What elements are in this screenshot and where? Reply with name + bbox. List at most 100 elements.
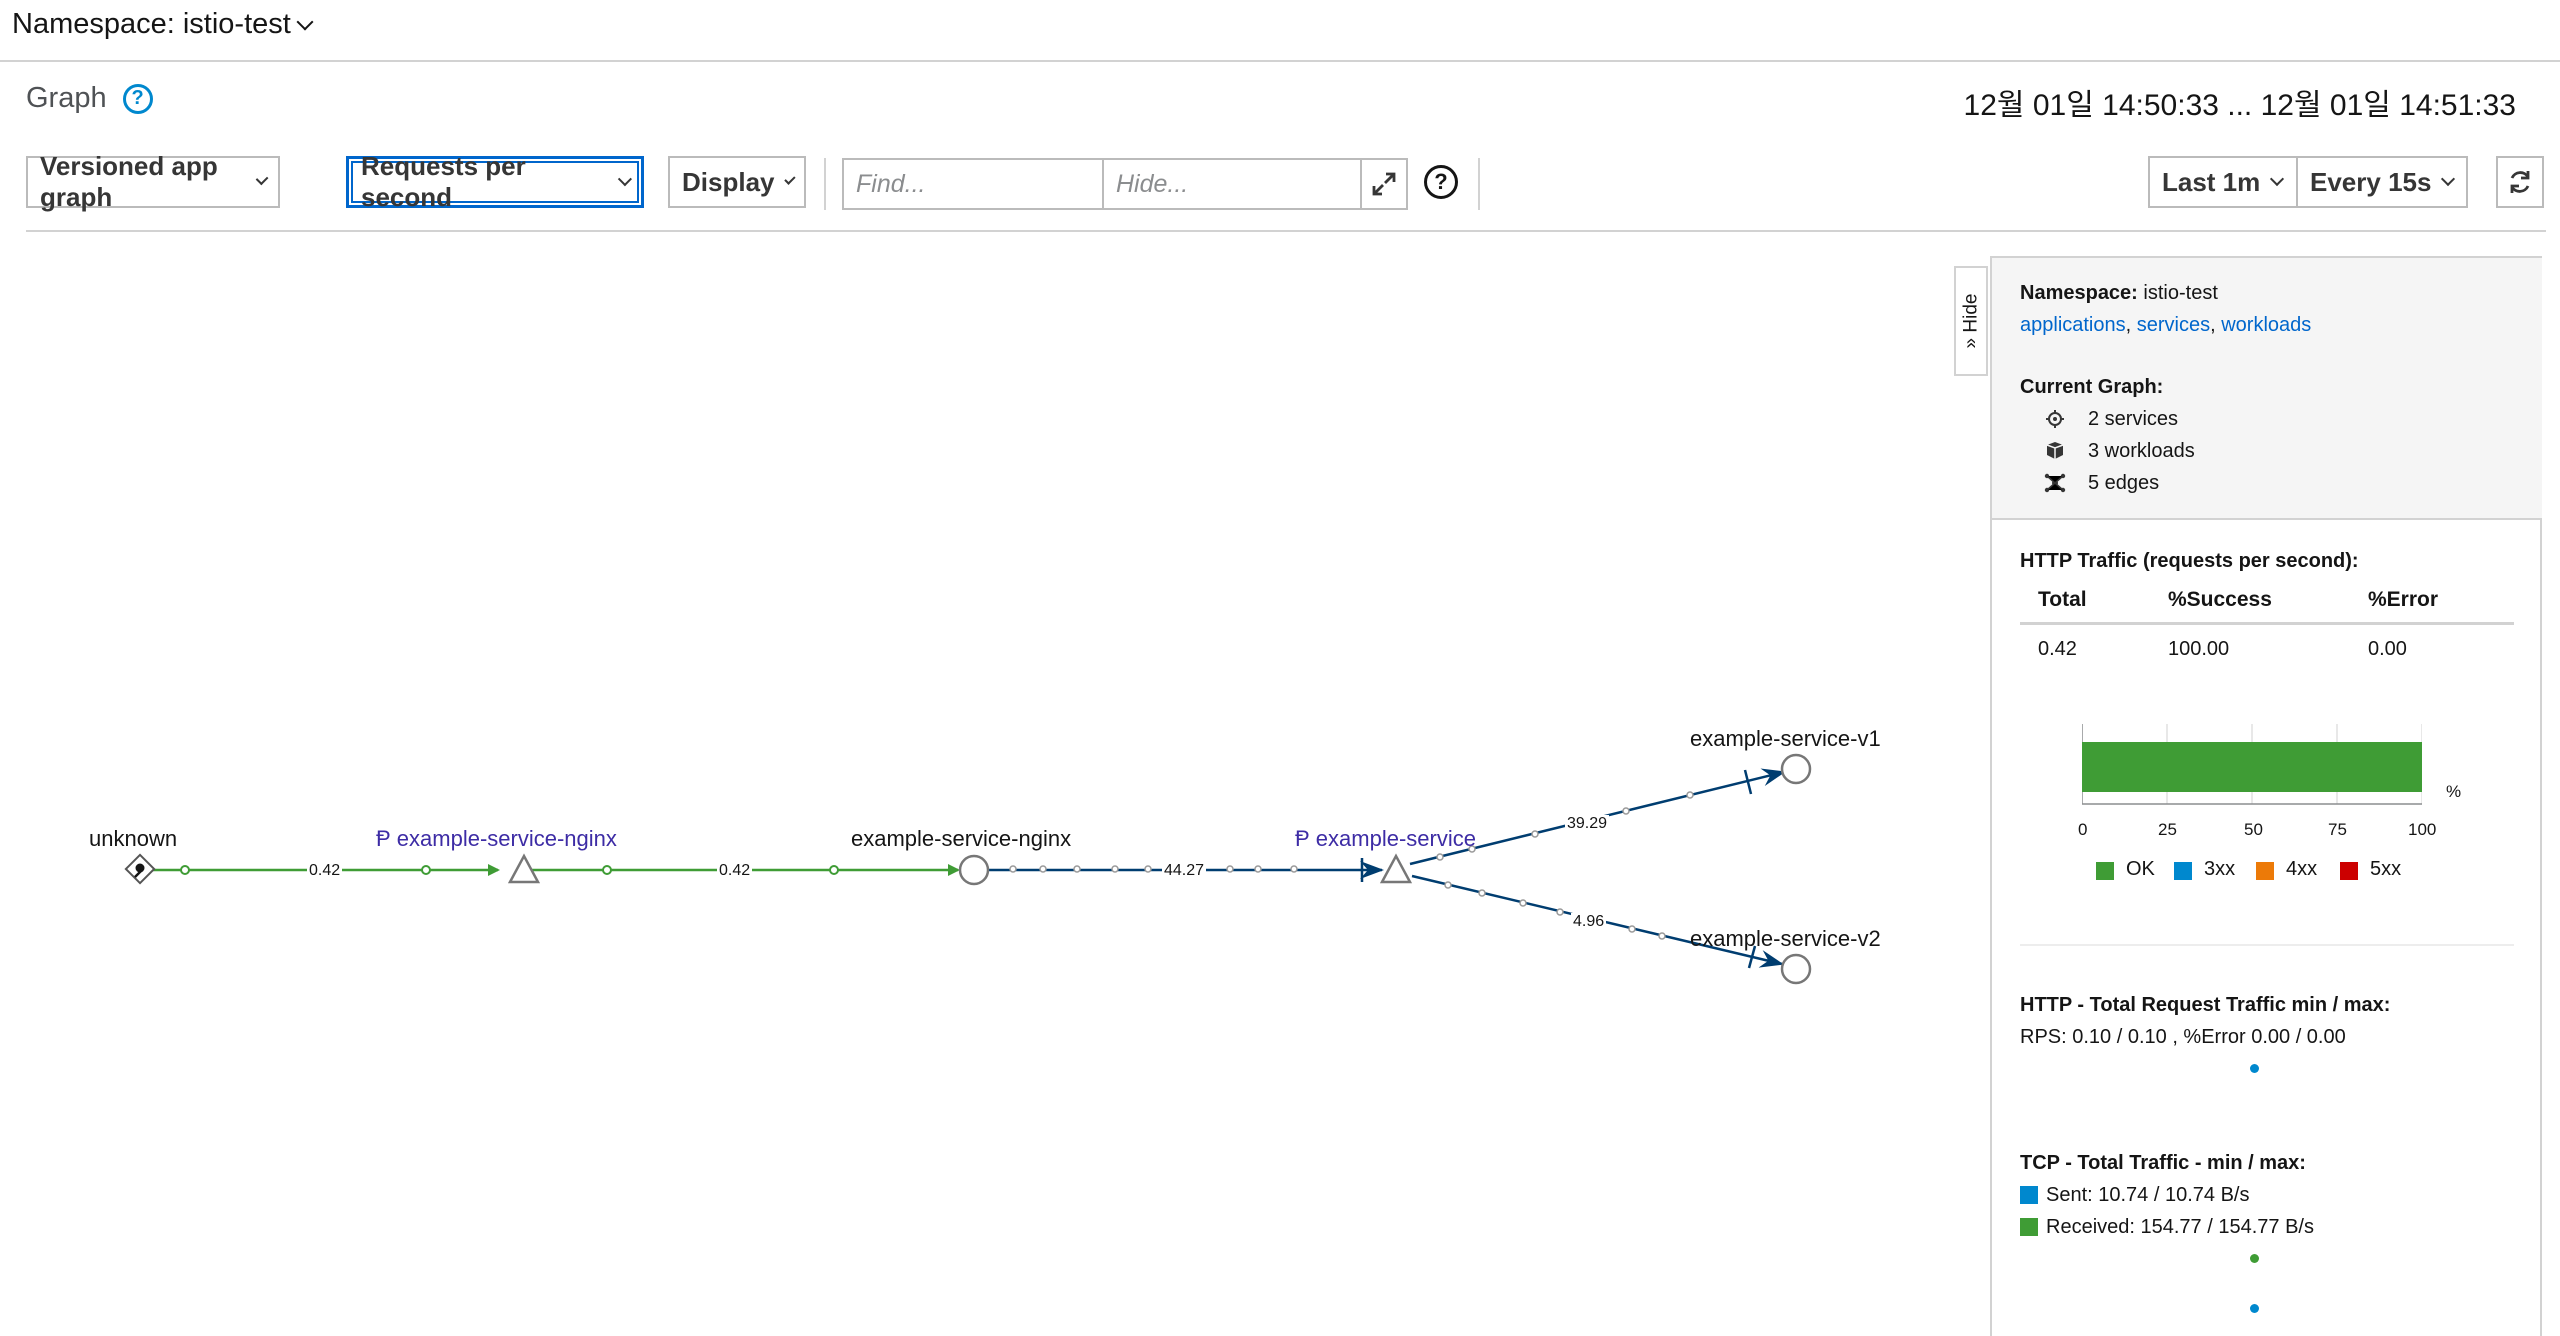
branch-icon: Ᵽ — [376, 826, 397, 851]
services-count: 2 services — [2088, 408, 2179, 430]
refresh-interval-dropdown[interactable]: Every 15s — [2296, 156, 2468, 208]
tick-label: 75 — [2328, 820, 2347, 839]
namespace-bar: Namespace: istio-test — [0, 0, 2560, 62]
node-label-v2: example-service-v2 — [1690, 926, 1881, 951]
workloads-count: 3 workloads — [2088, 440, 2195, 462]
tcp-sent-swatch — [2020, 1186, 2038, 1204]
table-header: %Error — [2368, 588, 2439, 611]
sparkline-dot — [2250, 1064, 2259, 1073]
namespace-dropdown-label: Namespace: istio-test — [12, 8, 291, 40]
legend-swatch-4xx — [2256, 862, 2274, 880]
table-divider — [2020, 622, 2514, 625]
node-unknown[interactable] — [124, 853, 156, 885]
legend-label: 4xx — [2286, 858, 2318, 880]
legend-swatch-3xx — [2174, 862, 2192, 880]
table-header: %Success — [2168, 588, 2272, 611]
tick-label: 0 — [2078, 820, 2088, 839]
page-title: Graph — [26, 82, 107, 114]
edge-label: 44.27 — [1162, 862, 1207, 880]
table-cell: 0.42 — [2038, 638, 2077, 660]
chevron-down-icon — [617, 172, 632, 186]
applications-link[interactable]: applications — [2020, 314, 2126, 336]
node-example-service-nginx-workload[interactable] — [958, 854, 990, 886]
summary-panel: Namespace: istio-test applications, serv… — [1990, 256, 2542, 1336]
legend-label: 5xx — [2370, 858, 2402, 880]
tick-label: 50 — [2244, 820, 2263, 839]
chevron-down-icon — [783, 173, 795, 185]
edge-label: 39.29 — [1565, 815, 1610, 833]
toolbar-divider — [1478, 158, 1480, 210]
section-divider — [2020, 944, 2514, 946]
graph-toolbar: Versioned app graph Requests per second … — [26, 151, 2546, 232]
namespace-links: applications, services, workloads — [2020, 314, 2312, 336]
legend-swatch-ok — [2096, 862, 2114, 880]
hide-panel-tab[interactable]: » Hide — [1954, 266, 1988, 376]
tick-label: 100 — [2408, 820, 2437, 839]
edge-label: 4.96 — [1571, 913, 1607, 931]
help-icon[interactable]: ? — [1424, 165, 1458, 199]
tcp-title: TCP - Total Traffic - min / max: — [2020, 1152, 2306, 1174]
edge-labels-label: Requests per second — [361, 151, 526, 212]
chevron-down-icon — [2270, 171, 2285, 187]
display-label: Display — [682, 166, 775, 197]
refresh-icon[interactable] — [2496, 156, 2544, 208]
table-header: Total — [2038, 588, 2087, 611]
graph-canvas[interactable]: unknown Ᵽ example-service-nginx example-… — [0, 250, 1990, 1336]
edge-label: 0.42 — [307, 862, 343, 880]
node-label-unknown: unknown — [89, 826, 178, 851]
toolbar-divider — [824, 158, 826, 210]
namespace-dropdown[interactable]: Namespace: istio-test — [12, 8, 314, 41]
unit-label: % — [2446, 782, 2462, 801]
services-icon — [2046, 410, 2064, 428]
display-dropdown[interactable]: Display — [668, 156, 806, 208]
tick-label: 25 — [2158, 820, 2177, 839]
tcp-received: Received: 154.77 / 154.77 B/s — [2046, 1216, 2314, 1238]
chevron-down-icon — [2441, 171, 2456, 187]
node-label-nginx-app: Ᵽ example-service-nginx — [376, 826, 617, 851]
refresh-interval-label: Every 15s — [2310, 166, 2432, 197]
hide-input[interactable] — [1102, 158, 1362, 210]
time-range: 12월 01일 14:50:33 ... 12월 01일 14:51:33 — [1963, 89, 2516, 122]
node-example-service-v1[interactable] — [1780, 753, 1812, 785]
http-traffic-title: HTTP Traffic (requests per second): — [2020, 550, 2359, 572]
graph-type-dropdown[interactable]: Versioned app graph — [26, 151, 280, 212]
legend-label: OK — [2126, 858, 2155, 880]
node-label-nginx-workload: example-service-nginx — [851, 826, 1072, 851]
legend-label: 3xx — [2204, 858, 2236, 880]
branch-icon: Ᵽ — [1295, 826, 1316, 851]
edges-count: 5 edges — [2088, 472, 2160, 494]
edge-labels-dropdown[interactable]: Requests per second — [346, 151, 644, 212]
http-total-title: HTTP - Total Request Traffic min / max: — [2020, 994, 2391, 1016]
current-graph-label: Current Graph: — [2020, 376, 2164, 398]
chevron-down-icon — [255, 172, 269, 186]
table-cell: 0.00 — [2368, 638, 2407, 660]
duration-label: Last 1m — [2162, 166, 2261, 197]
services-link[interactable]: services — [2137, 314, 2210, 336]
legend-swatch-5xx — [2340, 862, 2358, 880]
graph-type-label: Versioned app graph — [40, 151, 218, 212]
workloads-link[interactable]: workloads — [2221, 314, 2311, 336]
sparkline-dot — [2250, 1304, 2259, 1313]
find-input[interactable] — [842, 158, 1104, 210]
http-total-value: RPS: 0.10 / 0.10 , %Error 0.00 / 0.00 — [2020, 1026, 2346, 1048]
edges-icon — [2044, 473, 2066, 493]
tcp-received-swatch — [2020, 1218, 2038, 1236]
duration-dropdown[interactable]: Last 1m — [2148, 156, 2298, 208]
help-icon[interactable]: ? — [122, 83, 153, 114]
node-label-v1: example-service-v1 — [1690, 726, 1881, 751]
ok-bar — [2082, 742, 2422, 792]
hide-panel-label: » Hide — [1960, 293, 1982, 349]
namespace-info: Namespace: istio-test — [2020, 282, 2218, 304]
tcp-sent: Sent: 10.74 / 10.74 B/s — [2046, 1184, 2250, 1206]
edge-label: 0.42 — [717, 862, 753, 880]
http-status-bar-chart — [2082, 724, 2422, 805]
node-example-service-app[interactable] — [1379, 853, 1413, 884]
table-cell: 100.00 — [2168, 638, 2230, 660]
chevron-down-icon — [296, 13, 314, 30]
expand-icon[interactable] — [1360, 158, 1408, 210]
sparkline-dot — [2250, 1254, 2259, 1263]
title-row: Graph ? — [26, 82, 153, 115]
workloads-icon — [2046, 442, 2064, 459]
node-example-service-v2[interactable] — [1780, 953, 1812, 985]
summary-panel-header: Namespace: istio-test applications, serv… — [1992, 258, 2542, 520]
